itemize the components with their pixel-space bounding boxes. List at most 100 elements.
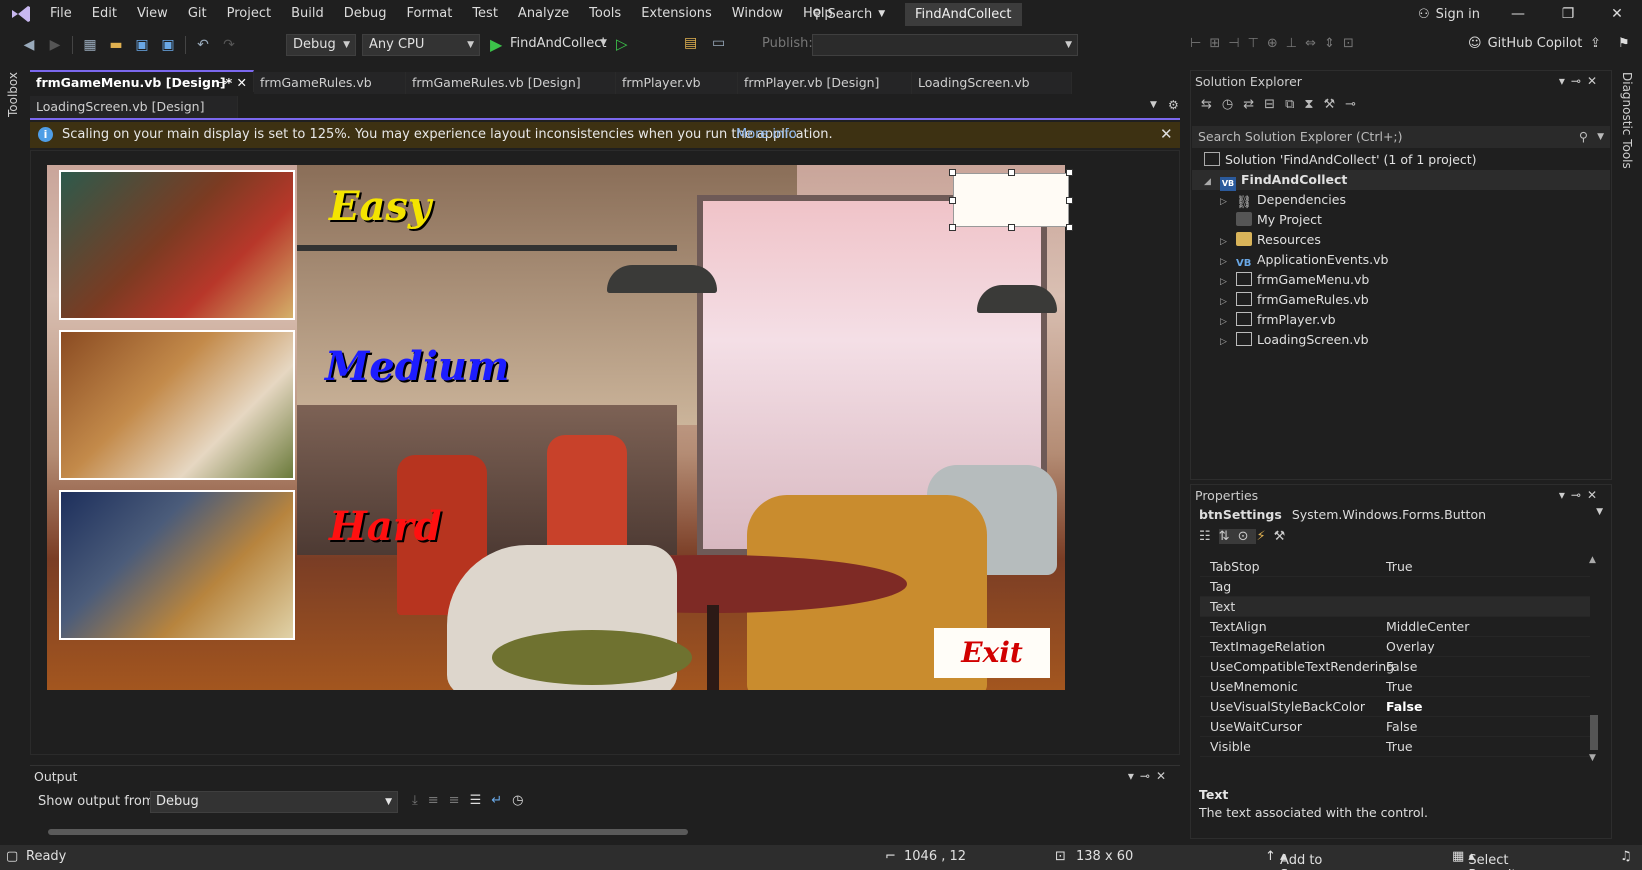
collapsed-icon[interactable]: ▷	[1220, 192, 1232, 212]
collapsed-icon[interactable]: ▷	[1220, 292, 1232, 312]
resize-handle[interactable]	[949, 224, 956, 231]
hard-label[interactable]: Hard	[329, 503, 442, 550]
preview-icon[interactable]: ⊸	[1345, 97, 1366, 112]
menu-file[interactable]: File	[40, 0, 82, 28]
menu-debug[interactable]: Debug	[334, 0, 397, 28]
close-icon[interactable]: ✕	[1587, 74, 1603, 88]
find-message-icon[interactable]: ⤓	[412, 793, 428, 808]
property-value[interactable]: False	[1386, 657, 1417, 676]
publish-target-select[interactable]: ▼	[812, 34, 1078, 56]
tab-loadingscreen-design[interactable]: LoadingScreen.vb [Design]	[30, 96, 238, 118]
github-copilot-button[interactable]: ☺ GitHub Copilot	[1468, 36, 1582, 51]
more-info-link[interactable]: More info	[736, 127, 797, 142]
new-project-icon[interactable]: ▦	[79, 34, 101, 56]
menu-extensions[interactable]: Extensions	[631, 0, 722, 28]
close-icon[interactable]: ✕	[237, 72, 247, 94]
tab-loadingscreen[interactable]: LoadingScreen.vb	[912, 72, 1072, 94]
solution-configuration-select[interactable]: Debug ▼	[286, 34, 356, 56]
menu-tools[interactable]: Tools	[579, 0, 631, 28]
property-row-textalign[interactable]: TextAlign MiddleCenter	[1200, 617, 1590, 637]
medium-label[interactable]: Medium	[325, 343, 509, 390]
menu-window[interactable]: Window	[722, 0, 793, 28]
expanded-icon[interactable]: ◢	[1204, 172, 1216, 192]
resize-handle[interactable]	[949, 169, 956, 176]
save-all-icon[interactable]: ▣	[157, 34, 179, 56]
align-middle-icon[interactable]: ⊕	[1267, 36, 1286, 51]
property-row-tabstop[interactable]: TabStop True	[1200, 557, 1590, 577]
menu-project[interactable]: Project	[217, 0, 281, 28]
tab-frmgamerules-design[interactable]: frmGameRules.vb [Design]	[406, 72, 616, 94]
hard-level-picture[interactable]	[59, 490, 295, 640]
clear-all-icon[interactable]: ☰	[470, 793, 492, 808]
collapsed-icon[interactable]: ▷	[1220, 272, 1232, 292]
undo-icon[interactable]: ↶	[192, 34, 214, 56]
tab-list-dropdown-icon[interactable]: ▼	[1150, 100, 1157, 110]
share-icon[interactable]: ⇪	[1590, 36, 1601, 51]
chevron-down-icon[interactable]: ▾	[1128, 769, 1140, 783]
alphabetical-icon[interactable]: ⇅	[1218, 529, 1238, 544]
close-icon[interactable]: ✕	[1160, 125, 1173, 143]
property-row-textimagerelation[interactable]: TextImageRelation Overlay	[1200, 637, 1590, 657]
tree-item-resources[interactable]: ▷ Resources	[1220, 230, 1321, 250]
add-to-source-control-button[interactable]: ↑ Add to Source Control ▴	[1265, 849, 1325, 870]
select-repository-button[interactable]: ▦ Select Repository ▴	[1452, 849, 1538, 870]
align-right-icon[interactable]: ⊣	[1228, 36, 1247, 51]
property-value[interactable]: False	[1386, 717, 1417, 736]
global-search[interactable]: ⚲ Search ▼	[812, 4, 885, 24]
navigate-back-icon[interactable]: ◀	[18, 34, 40, 56]
events-icon[interactable]: ⚡	[1256, 529, 1273, 544]
tree-item-dependencies[interactable]: ▷ ⛓ Dependencies	[1220, 190, 1346, 210]
pin-icon[interactable]: ⊸	[1571, 74, 1587, 88]
property-row-usemnemonic[interactable]: UseMnemonic True	[1200, 677, 1590, 697]
gear-icon[interactable]: ⚙	[1168, 98, 1179, 112]
collapsed-icon[interactable]: ▷	[1220, 312, 1232, 332]
collapsed-icon[interactable]: ▷	[1220, 232, 1232, 252]
property-row-text[interactable]: Text	[1200, 597, 1590, 617]
align-left-icon[interactable]: ⊢	[1190, 36, 1209, 51]
tree-item-frmgamerules[interactable]: ▷ frmGameRules.vb	[1220, 290, 1369, 310]
tree-item-applicationevents[interactable]: ▷ VB ApplicationEvents.vb	[1220, 250, 1388, 270]
property-value[interactable]: MiddleCenter	[1386, 617, 1469, 636]
chevron-down-icon[interactable]: ▼	[1596, 507, 1603, 517]
easy-label[interactable]: Easy	[329, 183, 431, 230]
property-row-usewaitcursor[interactable]: UseWaitCursor False	[1200, 717, 1590, 737]
close-icon[interactable]: ✕	[1156, 769, 1172, 783]
align-top-icon[interactable]: ⊤	[1248, 36, 1267, 51]
property-value[interactable]: True	[1386, 557, 1413, 576]
history-icon[interactable]: ◷	[1222, 97, 1243, 112]
horizontal-scrollbar[interactable]	[48, 829, 688, 835]
clock-icon[interactable]: ◷	[512, 793, 533, 808]
tab-frmgamerules[interactable]: frmGameRules.vb	[254, 72, 406, 94]
save-icon[interactable]: ▣	[131, 34, 153, 56]
toolbox-tab[interactable]: Toolbox	[6, 72, 20, 117]
property-value[interactable]: Overlay	[1386, 637, 1435, 656]
project-node[interactable]: ◢ VB FindAndCollect	[1192, 170, 1610, 192]
restore-icon[interactable]: ❐	[1545, 0, 1591, 28]
property-row-tag[interactable]: Tag	[1200, 577, 1590, 597]
bell-icon[interactable]: ♫	[1620, 849, 1632, 864]
collapsed-icon[interactable]: ▷	[1220, 332, 1232, 352]
form-game-menu[interactable]: Easy Medium Hard	[47, 165, 1065, 690]
solution-platform-select[interactable]: Any CPU ▼	[362, 34, 480, 56]
pin-icon[interactable]: ⊸	[1571, 488, 1587, 502]
property-row-usevisualstylebackcolor[interactable]: UseVisualStyleBackColor False	[1200, 697, 1590, 717]
properties-wrench-icon[interactable]: ⚒	[1324, 97, 1346, 112]
menu-build[interactable]: Build	[281, 0, 334, 28]
start-debug-icon[interactable]: ▶	[490, 35, 502, 54]
object-selector[interactable]: btnSettings System.Windows.Forms.Button	[1199, 507, 1486, 522]
resize-handle[interactable]	[1008, 224, 1015, 231]
property-value[interactable]: True	[1386, 737, 1413, 756]
solution-node[interactable]: Solution 'FindAndCollect' (1 of 1 projec…	[1200, 150, 1477, 170]
categorized-icon[interactable]: ☷	[1199, 529, 1219, 544]
make-same-height-icon[interactable]: ⇕	[1324, 36, 1343, 51]
start-without-debugging-icon[interactable]: ▷	[616, 35, 628, 53]
exit-button[interactable]: Exit	[934, 628, 1050, 678]
resize-handle[interactable]	[1066, 169, 1073, 176]
feedback-icon[interactable]: ⚑	[1618, 36, 1630, 51]
scroll-down-icon[interactable]: ▼	[1589, 753, 1596, 763]
menu-format[interactable]: Format	[397, 0, 463, 28]
minimize-icon[interactable]: —	[1495, 0, 1541, 28]
tree-item-loadingscreen[interactable]: ▷ LoadingScreen.vb	[1220, 330, 1369, 350]
menu-edit[interactable]: Edit	[82, 0, 127, 28]
chevron-down-icon[interactable]: ▼	[1597, 126, 1604, 148]
